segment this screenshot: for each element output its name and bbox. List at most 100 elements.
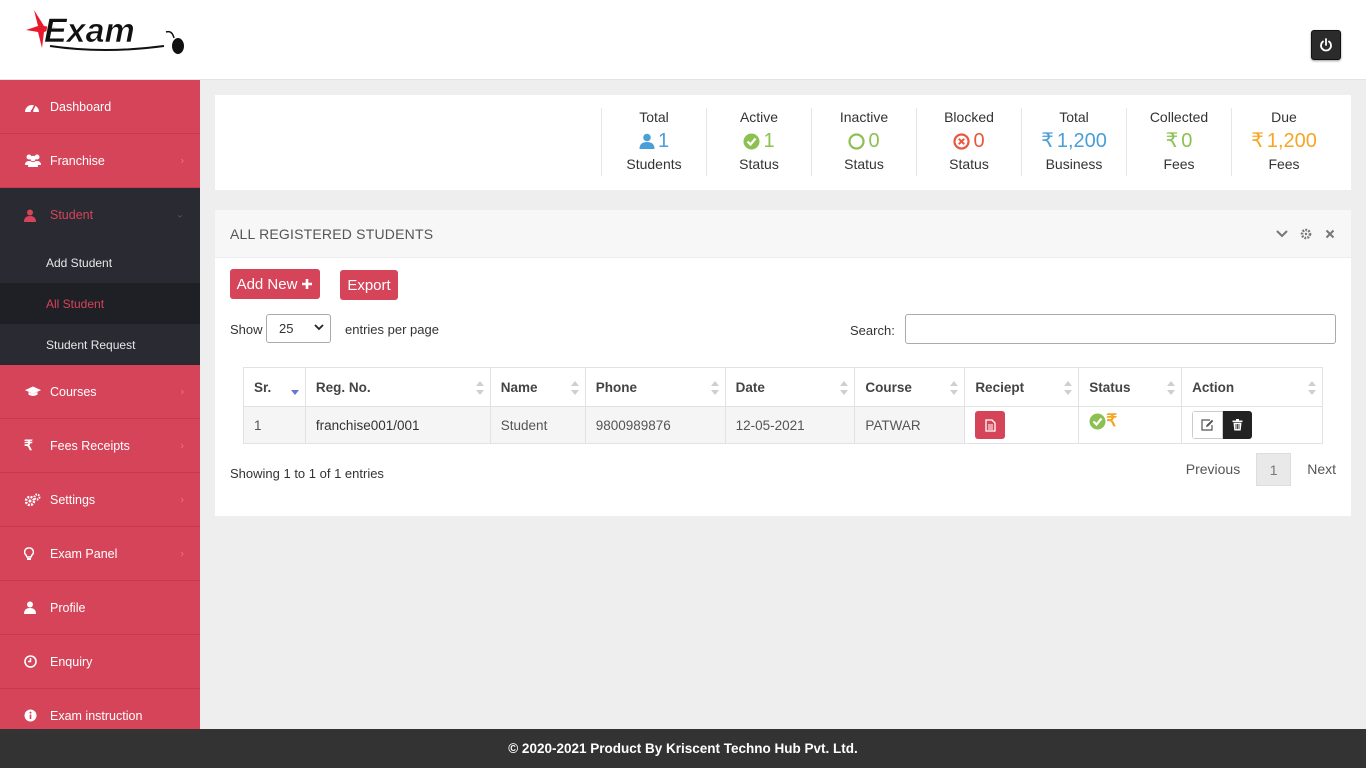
export-label: Export <box>347 276 391 294</box>
pagination-next[interactable]: Next <box>1295 453 1336 486</box>
stat-sub: Fees <box>1163 156 1195 172</box>
rupee-icon: ₹ <box>1041 130 1054 152</box>
col-reg-no[interactable]: Reg. No. <box>304 367 491 407</box>
sidebar-item-label: Dashboard <box>50 99 112 114</box>
add-new-button[interactable]: Add New <box>230 269 320 299</box>
export-button[interactable]: Export <box>340 270 398 300</box>
column-label: Date <box>735 379 765 395</box>
stat-sub: Business <box>1045 156 1103 172</box>
sort-icon <box>570 381 579 395</box>
lightbulb-icon <box>24 546 42 561</box>
edit-button[interactable] <box>1192 411 1224 439</box>
stat-value: ₹ 1,200 <box>1232 126 1336 156</box>
action-button-group <box>1192 411 1253 439</box>
stat-inactive: Inactive 0 Status <box>811 108 916 176</box>
sidebar-item-label: Exam Panel <box>50 546 118 561</box>
sidebar-subitem-add-student[interactable]: Add Student <box>0 242 200 283</box>
view-receipt-button[interactable] <box>975 411 1006 439</box>
sidebar-item-profile[interactable]: Profile <box>0 581 200 635</box>
sidebar-item-exam-panel[interactable]: Exam Panel › <box>0 527 200 581</box>
stat-total-students: Total 1 Students <box>601 108 706 176</box>
sort-icon <box>475 381 484 395</box>
gear-icon[interactable] <box>1299 227 1313 241</box>
times-circle-icon <box>953 132 971 150</box>
top-header: Exam <box>0 0 1366 80</box>
stat-label: Collected <box>1149 109 1209 125</box>
stat-number: 1 <box>763 130 775 152</box>
sort-icon <box>950 381 959 395</box>
chevron-right-icon: › <box>180 155 184 166</box>
sidebar-subitem-all-student[interactable]: All Student <box>0 283 200 324</box>
panel-title: ALL REGISTERED STUDENTS <box>230 226 434 242</box>
sidebar-item-settings[interactable]: Settings › <box>0 473 200 527</box>
cell-reg-no: franchise001/001 <box>304 406 491 444</box>
edit-icon <box>1201 419 1214 431</box>
rupee-icon: ₹ <box>1165 130 1179 152</box>
stat-blocked: Blocked 0 Status <box>916 108 1021 176</box>
sidebar-item-enquiry[interactable]: Enquiry <box>0 635 200 689</box>
stat-number: 0 <box>1181 130 1193 152</box>
panel-header: ALL REGISTERED STUDENTS <box>215 210 1351 258</box>
trash-icon <box>1232 419 1243 431</box>
stat-number: 1,200 <box>1056 130 1107 152</box>
pagination: Previous 1 Next <box>1174 453 1336 486</box>
sort-icon <box>840 381 849 395</box>
column-label: Name <box>500 379 538 395</box>
pagination-previous[interactable]: Previous <box>1174 453 1252 486</box>
cell-reciept <box>964 406 1080 444</box>
col-phone[interactable]: Phone <box>584 367 726 407</box>
chevron-down-icon <box>314 324 324 331</box>
delete-button[interactable] <box>1223 411 1253 439</box>
chevron-down-icon: ⌄ <box>175 209 184 221</box>
kexam-logo[interactable]: Exam <box>24 4 189 58</box>
sidebar-item-exam-instruction[interactable]: Exam instruction <box>0 689 200 729</box>
sidebar-item-student[interactable]: Student ⌄ <box>0 188 200 242</box>
column-label: Phone <box>595 379 637 395</box>
sort-icon <box>1064 381 1073 395</box>
search-input[interactable] <box>905 314 1336 344</box>
sort-icon <box>1167 381 1176 395</box>
col-date[interactable]: Date <box>724 367 856 407</box>
check-circle-icon <box>743 133 760 149</box>
col-action[interactable]: Action <box>1181 367 1323 407</box>
stat-number: 1 <box>657 130 670 152</box>
col-status[interactable]: Status <box>1078 367 1183 407</box>
stat-label: Total <box>639 109 669 125</box>
sidebar-item-label: Franchise <box>50 153 105 168</box>
sidebar-item-franchise[interactable]: Franchise › <box>0 134 200 188</box>
sidebar-subitem-student-request[interactable]: Student Request <box>0 324 200 365</box>
column-label: Sr. <box>254 379 272 395</box>
stat-value: 0 <box>812 126 916 156</box>
entries-select[interactable]: 25 <box>266 314 331 343</box>
col-sr[interactable]: Sr. <box>243 367 306 407</box>
rupee-icon[interactable]: ₹ <box>1106 411 1117 430</box>
stat-number: 1,200 <box>1266 130 1317 152</box>
stat-due-fees: Due ₹ 1,200 Fees <box>1231 108 1336 176</box>
col-course[interactable]: Course <box>854 367 966 407</box>
user-icon <box>639 133 655 149</box>
sidebar-item-fees-receipts[interactable]: ₹ Fees Receipts › <box>0 419 200 473</box>
stat-total-business: Total ₹ 1,200 Business <box>1021 108 1126 176</box>
power-icon <box>1320 38 1332 52</box>
entries-per-page-label: entries per page <box>345 322 439 337</box>
col-reciept[interactable]: Reciept <box>964 367 1080 407</box>
user-icon <box>24 601 42 614</box>
logout-button[interactable] <box>1311 30 1341 60</box>
stat-label: Inactive <box>839 109 889 125</box>
close-icon[interactable] <box>1323 227 1337 241</box>
sidebar-item-dashboard[interactable]: Dashboard <box>0 80 200 134</box>
sidebar-item-courses[interactable]: Courses › <box>0 365 200 419</box>
col-name[interactable]: Name <box>489 367 586 407</box>
stat-sub: Status <box>739 156 779 172</box>
stat-value: 1 <box>602 126 706 156</box>
sidebar-item-label: Student <box>50 208 94 222</box>
sort-icon <box>1308 381 1316 395</box>
students-table: Sr. Reg. No. Name Phone Date Course Reci… <box>243 367 1323 444</box>
check-circle-icon[interactable] <box>1089 413 1106 430</box>
students-panel: ALL REGISTERED STUDENTS Add New Export S… <box>215 210 1351 516</box>
pagination-page-current[interactable]: 1 <box>1256 453 1292 486</box>
stat-sub: Status <box>949 156 989 172</box>
table-info: Showing 1 to 1 of 1 entries <box>230 466 384 481</box>
chevron-down-icon[interactable] <box>1275 227 1289 241</box>
cell-phone: 9800989876 <box>584 406 726 444</box>
